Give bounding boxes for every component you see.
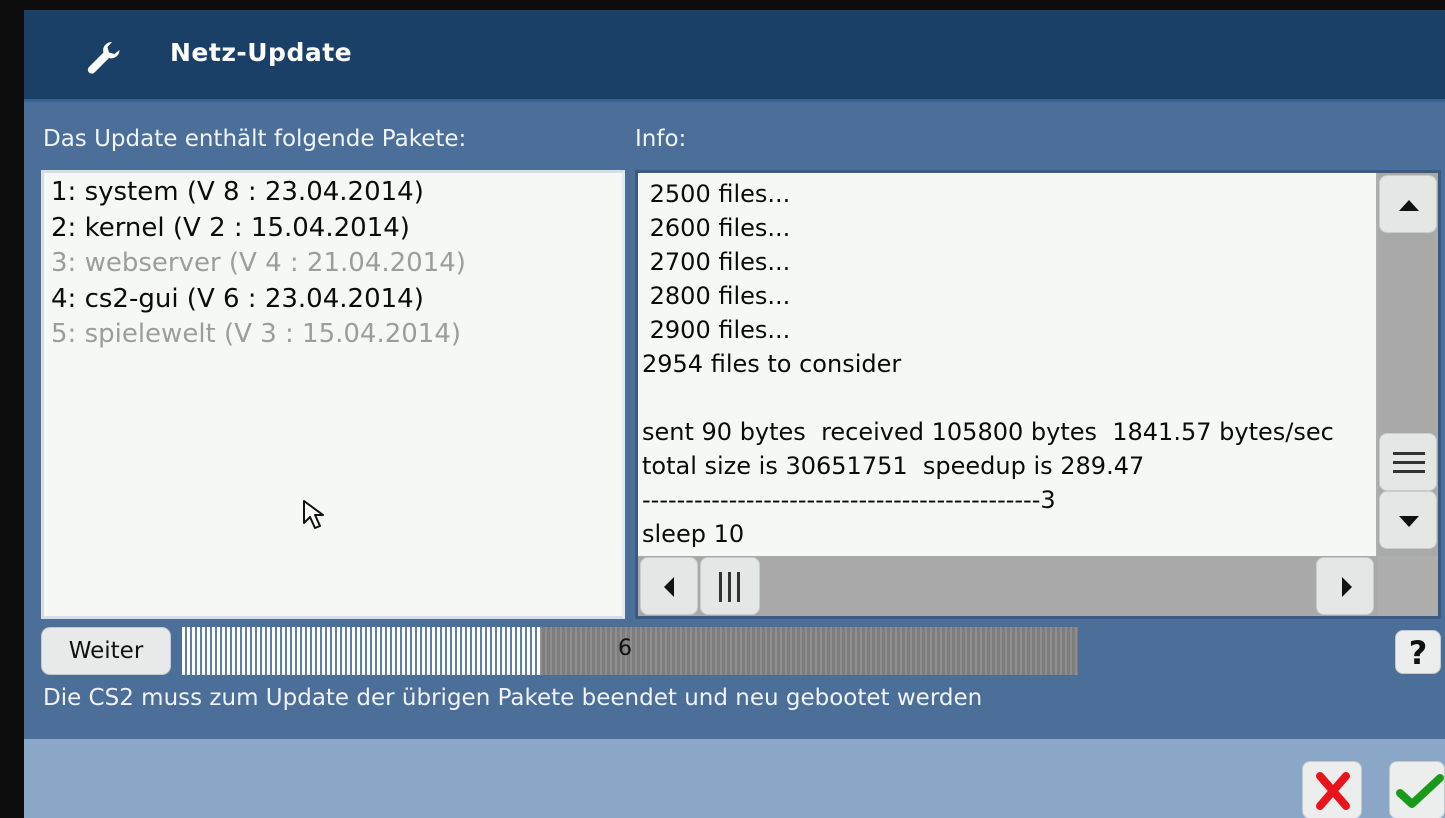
info-log-panel: 2500 files... 2600 files... 2700 files..…: [635, 170, 1441, 619]
package-list[interactable]: 1: system (V 8 : 23.04.2014) 2: kernel (…: [41, 170, 625, 619]
package-item[interactable]: 5: spielewelt (V 3 : 15.04.2014): [51, 317, 615, 353]
vertical-scrollbar[interactable]: [1378, 173, 1438, 556]
scroll-down-button[interactable]: [1379, 491, 1437, 549]
weiter-button[interactable]: Weiter: [41, 627, 171, 675]
scroll-right-button[interactable]: [1316, 557, 1374, 615]
package-item[interactable]: 4: cs2-gui (V 6 : 23.04.2014): [51, 282, 615, 318]
vertical-scroll-thumb[interactable]: [1379, 433, 1437, 491]
triangle-left-icon: [664, 577, 674, 597]
mouse-cursor-icon: [302, 499, 334, 533]
horizontal-scrollbar[interactable]: [638, 556, 1378, 616]
log-line: ----------------------------------------…: [642, 486, 1056, 514]
dialog-title: Netz-Update: [170, 38, 353, 67]
cancel-button[interactable]: [1302, 761, 1362, 818]
progress-fill: [182, 627, 541, 675]
triangle-up-icon: [1399, 200, 1419, 211]
log-line: 2600 files...: [642, 214, 791, 242]
log-line: 2500 files...: [642, 180, 791, 208]
triangle-right-icon: [1342, 577, 1352, 597]
info-log-text[interactable]: 2500 files... 2600 files... 2700 files..…: [638, 173, 1376, 556]
log-line: 2800 files...: [642, 282, 791, 310]
package-item[interactable]: 3: webserver (V 4 : 21.04.2014): [51, 246, 615, 282]
log-line: 2954 files to consider: [642, 350, 902, 378]
red-x-icon: [1316, 772, 1350, 810]
progress-bar: 6: [182, 627, 1078, 675]
info-label: Info:: [635, 126, 687, 152]
footer-bar: [24, 739, 1445, 818]
log-line: 2900 files...: [642, 316, 791, 344]
help-button[interactable]: ?: [1395, 630, 1441, 674]
title-bar: Netz-Update: [24, 10, 1445, 102]
triangle-down-icon: [1399, 516, 1419, 527]
log-line: total size is 30651751 speedup is 289.47: [642, 452, 1145, 480]
grip-lines-icon: [1393, 452, 1425, 473]
wrench-icon: [84, 38, 124, 78]
horizontal-scroll-thumb[interactable]: [700, 557, 760, 615]
package-item[interactable]: 2: kernel (V 2 : 15.04.2014): [51, 211, 615, 247]
ok-button[interactable]: [1389, 761, 1445, 818]
package-item[interactable]: 1: system (V 8 : 23.04.2014): [51, 175, 615, 211]
log-line: 2700 files...: [642, 248, 791, 276]
scroll-up-button[interactable]: [1379, 175, 1437, 233]
green-check-icon: [1396, 774, 1444, 808]
log-line: sleep 10: [642, 520, 745, 548]
progress-value: 6: [618, 636, 632, 661]
status-message: Die CS2 muss zum Update der übrigen Pake…: [43, 685, 983, 711]
grip-bars-icon: [719, 572, 740, 602]
netz-update-dialog: Netz-Update Das Update enthält folgende …: [24, 10, 1445, 818]
scroll-left-button[interactable]: [640, 557, 698, 615]
packages-label: Das Update enthält folgende Pakete:: [43, 126, 467, 152]
log-line: sent 90 bytes received 105800 bytes 1841…: [642, 418, 1334, 446]
